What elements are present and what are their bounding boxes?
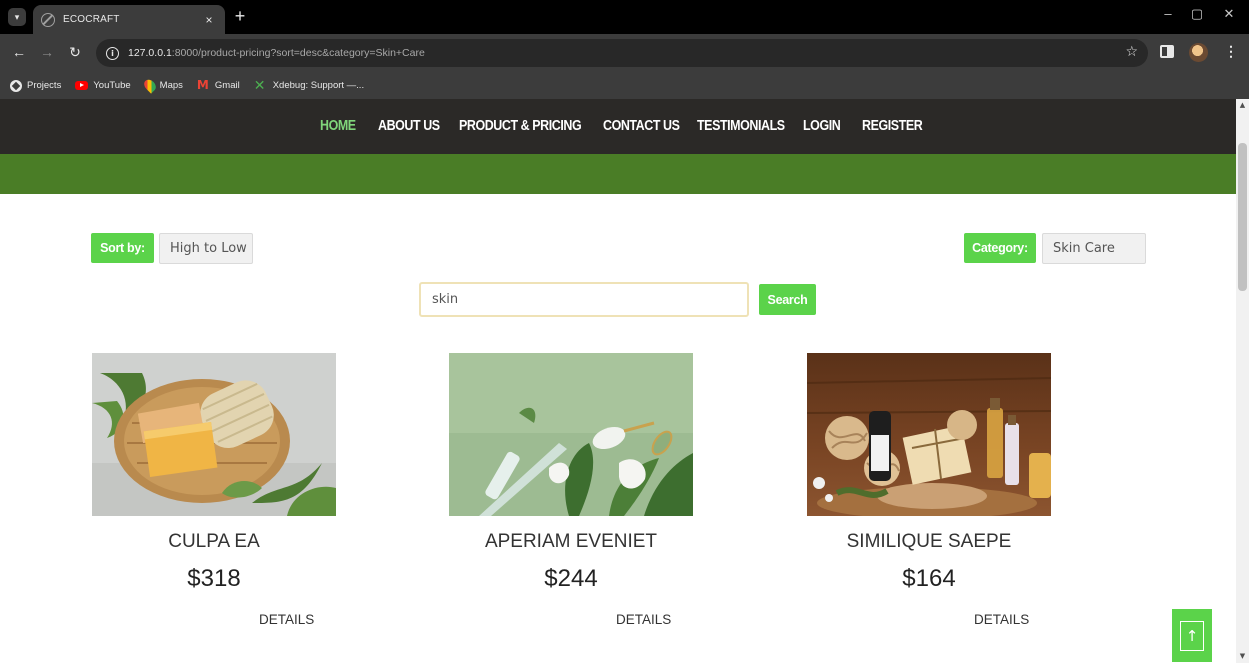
tab-title: ECOCRAFT — [63, 14, 120, 25]
bookmark-maps[interactable]: Maps — [141, 77, 183, 94]
search-input[interactable] — [419, 282, 749, 317]
url-host: 127.0.0.1 — [128, 47, 172, 59]
xdebug-icon: ✕ — [253, 77, 266, 94]
site-info-icon[interactable]: i — [106, 46, 119, 60]
browser-tab-bar: ▾ ECOCRAFT × + – ▢ ✕ — [0, 0, 1249, 34]
category-select[interactable]: Skin Care — [1042, 233, 1146, 264]
product-name: APERIAM EVENIET — [484, 531, 658, 552]
gmail-icon — [197, 78, 210, 92]
spa-products-image — [807, 353, 1051, 516]
soap-basket-image — [92, 353, 336, 516]
projects-icon — [10, 79, 22, 92]
sort-by-label: Sort by: — [91, 233, 154, 263]
tab-favicon-icon — [41, 12, 55, 27]
tab-search-button[interactable]: ▾ — [8, 8, 26, 26]
product-details-link[interactable]: DETAILS — [259, 612, 314, 627]
page-header-band — [0, 154, 1236, 194]
product-name: CULPA EA — [168, 531, 260, 552]
bookmark-label: Xdebug: Support —... — [272, 80, 365, 91]
sort-select[interactable]: High to Low — [159, 233, 253, 264]
back-to-top-button[interactable]: ↑ — [1172, 609, 1212, 662]
nav-product-pricing[interactable]: PRODUCT & PRICING — [459, 118, 582, 134]
bookmark-star-icon[interactable]: ☆ — [1125, 44, 1138, 60]
category-label: Category: — [964, 233, 1036, 263]
bookmark-youtube[interactable]: YouTube — [75, 80, 131, 91]
nav-home[interactable]: HOME — [320, 118, 356, 134]
scrollbar-thumb[interactable] — [1238, 143, 1247, 291]
product-image-aperiam-eveniet[interactable] — [449, 353, 693, 516]
side-panel-icon[interactable] — [1160, 45, 1174, 58]
url-path: :8000/product-pricing?sort=desc&category… — [171, 47, 425, 59]
back-arrow-icon[interactable]: ← — [10, 43, 28, 61]
bookmarks-bar: Projects YouTube Maps Gmail ✕ Xdebug: Su… — [0, 72, 1249, 99]
product-price: $244 — [544, 565, 598, 592]
product-price: $164 — [902, 565, 956, 592]
browser-tab[interactable]: ECOCRAFT × — [33, 5, 225, 34]
scroll-down-arrow-icon[interactable]: ▼ — [1238, 652, 1247, 660]
product-details-link[interactable]: DETAILS — [974, 612, 1029, 627]
youtube-icon — [75, 81, 89, 90]
new-tab-button[interactable]: + — [231, 5, 249, 27]
nav-about-us[interactable]: ABOUT US — [378, 118, 440, 134]
forward-arrow-icon[interactable]: → — [38, 43, 56, 61]
product-image-culpa-ea[interactable] — [92, 353, 336, 516]
browser-toolbar: ← → ↻ i 127.0.0.1:8000/product-pricing?s… — [0, 34, 1249, 72]
bookmark-xdebug[interactable]: ✕ Xdebug: Support —... — [253, 77, 365, 94]
address-bar[interactable]: i 127.0.0.1:8000/product-pricing?sort=de… — [96, 39, 1148, 67]
reload-icon[interactable]: ↻ — [66, 43, 84, 61]
profile-avatar[interactable] — [1189, 43, 1208, 62]
bookmark-label: YouTube — [93, 80, 131, 91]
nav-register[interactable]: REGISTER — [862, 118, 923, 134]
bookmark-label: Maps — [159, 80, 183, 91]
product-price: $318 — [187, 565, 241, 592]
browser-menu-icon[interactable]: ⋮ — [1222, 43, 1240, 60]
minimize-icon[interactable]: – — [1158, 6, 1178, 21]
product-details-link[interactable]: DETAILS — [616, 612, 671, 627]
search-button[interactable]: Search — [759, 284, 816, 315]
restore-icon[interactable]: ▢ — [1187, 6, 1207, 22]
nav-testimonials[interactable]: TESTIMONIALS — [697, 118, 785, 134]
nav-login[interactable]: LOGIN — [803, 118, 841, 134]
facial-roller-image — [449, 353, 693, 516]
tab-close-icon[interactable]: × — [201, 13, 217, 27]
bookmark-label: Projects — [27, 80, 62, 91]
bookmark-projects[interactable]: Projects — [10, 79, 62, 92]
product-name: SIMILIQUE SAEPE — [846, 531, 1012, 552]
nav-contact-us[interactable]: CONTACT US — [603, 118, 680, 134]
scroll-up-arrow-icon[interactable]: ▲ — [1238, 101, 1247, 109]
bookmark-gmail[interactable]: Gmail — [197, 78, 240, 92]
bookmark-label: Gmail — [214, 80, 240, 91]
maps-icon — [141, 77, 158, 94]
arrow-up-icon: ↑ — [1180, 621, 1204, 651]
product-image-similique-saepe[interactable] — [807, 353, 1051, 516]
window-close-icon[interactable]: ✕ — [1219, 6, 1239, 22]
site-navbar: HOME ABOUT US PRODUCT & PRICING CONTACT … — [0, 99, 1236, 154]
